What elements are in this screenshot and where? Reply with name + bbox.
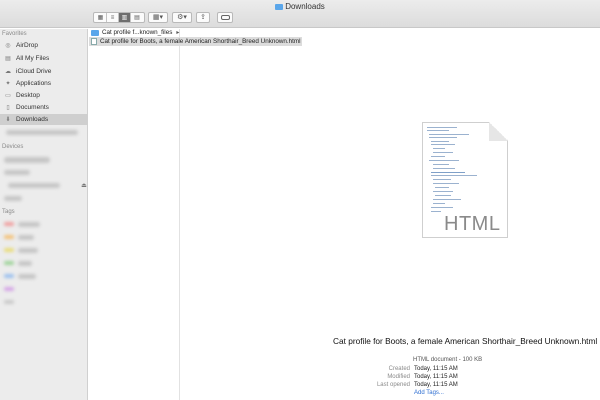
- cloud-icon: ☁: [5, 69, 11, 75]
- add-tags-link[interactable]: Add Tags...: [414, 390, 444, 396]
- action-button[interactable]: ⚙▾: [172, 12, 192, 23]
- folder-icon: [91, 29, 99, 36]
- chevron-right-icon: ▸: [176, 30, 180, 36]
- preview-file-name: Cat profile for Boots, a female American…: [333, 336, 598, 346]
- sidebar-item-downloads[interactable]: ⬇ Downloads: [0, 114, 88, 125]
- modified-value: Today, 11:15 AM: [414, 374, 458, 380]
- redacted-tag-label: [18, 248, 38, 253]
- modified-label: Modified: [387, 374, 410, 380]
- redacted-sidebar-item: [6, 130, 78, 135]
- created-label: Created: [388, 366, 410, 372]
- desktop-icon: ▭: [5, 93, 11, 99]
- file-column: [89, 29, 180, 400]
- tag-dot-gray[interactable]: [4, 300, 14, 304]
- tag-dot-red[interactable]: [4, 222, 14, 226]
- window-title: Downloads: [0, 2, 600, 11]
- gear-icon: ⚙▾: [177, 14, 187, 21]
- sidebar-section-devices: Devices: [2, 144, 24, 150]
- redacted-tag-label: [18, 261, 32, 266]
- sidebar-section-favorites: Favorites: [2, 31, 27, 37]
- sidebar-item-icloud-drive[interactable]: ☁ iCloud Drive: [0, 66, 88, 77]
- eject-icon[interactable]: ⏏: [80, 182, 88, 189]
- documents-icon: ▯: [6, 105, 10, 111]
- last-opened-label: Last opened: [376, 382, 410, 388]
- airdrop-icon: ◎: [5, 43, 11, 49]
- applications-icon: ✦: [5, 81, 11, 87]
- tag-dot-green[interactable]: [4, 261, 14, 265]
- folder-icon: [275, 4, 284, 10]
- sidebar-item-airdrop[interactable]: ◎ AirDrop: [0, 40, 88, 51]
- html-icon-label: HTML: [444, 213, 501, 235]
- tag-dot-blue[interactable]: [4, 274, 14, 278]
- grid-icon: ▦▾: [152, 14, 164, 21]
- redacted-device: [4, 157, 50, 163]
- column-view-button[interactable]: ▥: [119, 13, 131, 22]
- view-mode-switcher: ▦ ≡ ▥ ▤: [93, 12, 145, 23]
- last-opened-value: Today, 11:15 AM: [414, 382, 458, 388]
- redacted-device: [4, 196, 22, 201]
- html-document-icon: HTML: [422, 122, 508, 238]
- preview-kind-size: HTML document - 100 KB: [413, 357, 483, 363]
- created-value: Today, 11:15 AM: [414, 366, 458, 372]
- tags-button[interactable]: [217, 12, 233, 23]
- sidebar-item-applications[interactable]: ✦ Applications: [0, 78, 88, 89]
- sidebar-item-all-my-files[interactable]: ▤ All My Files: [0, 53, 88, 64]
- icon-view-button[interactable]: ▦: [95, 13, 107, 22]
- tag-dot-purple[interactable]: [4, 287, 14, 291]
- sidebar-item-documents[interactable]: ▯ Documents: [0, 102, 88, 113]
- downloads-icon: ⬇: [5, 117, 11, 123]
- list-item-folder[interactable]: Cat profile f...known_files ▸: [89, 28, 185, 37]
- all-files-icon: ▤: [5, 56, 11, 62]
- share-icon: ⇪: [200, 14, 206, 21]
- sidebar-section-tags: Tags: [2, 209, 15, 215]
- redacted-device: [4, 170, 30, 175]
- tag-icon: [220, 15, 230, 20]
- tag-dot-orange[interactable]: [4, 235, 14, 239]
- toolbar: Downloads ▦ ≡ ▥ ▤ ▦▾ ⚙▾ ⇪: [0, 0, 600, 28]
- cover-flow-view-button[interactable]: ▤: [131, 13, 143, 22]
- redacted-tag-label: [18, 235, 34, 240]
- arrange-button[interactable]: ▦▾: [148, 12, 168, 23]
- html-file-icon: [91, 38, 97, 45]
- list-view-button[interactable]: ≡: [107, 13, 119, 22]
- tag-dot-yellow[interactable]: [4, 248, 14, 252]
- sidebar-item-desktop[interactable]: ▭ Desktop: [0, 90, 88, 101]
- share-button[interactable]: ⇪: [196, 12, 210, 23]
- redacted-tag-label: [18, 222, 40, 227]
- redacted-tag-label: [18, 274, 36, 279]
- redacted-device: [8, 183, 60, 188]
